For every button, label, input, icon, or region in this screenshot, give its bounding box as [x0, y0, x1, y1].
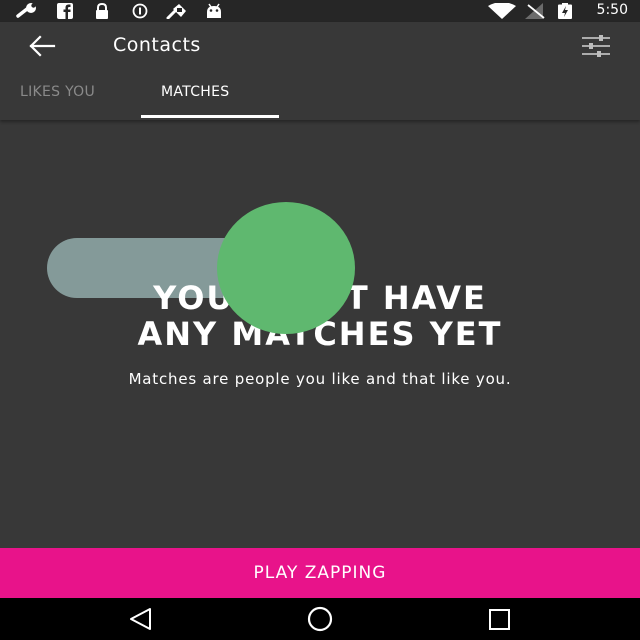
- battery-icon: [558, 3, 572, 19]
- wifi-icon: [488, 3, 516, 19]
- data-saver-icon: [132, 3, 148, 19]
- wrench-icon: [16, 3, 36, 18]
- filter-sliders-icon: [582, 35, 610, 57]
- home-circle-icon[interactable]: [300, 606, 340, 632]
- page-title: Contacts: [113, 34, 201, 56]
- signal-icon: [525, 3, 545, 19]
- navigation-bar: [0, 598, 640, 640]
- empty-state: YOU DON'T HAVE ANY MATCHES YET Matches a…: [0, 120, 640, 548]
- lock-icon: [96, 3, 108, 19]
- facebook-icon: [57, 3, 73, 19]
- arrow-back-icon: [29, 35, 56, 57]
- play-zapping-button[interactable]: PLAY ZAPPING: [0, 548, 640, 598]
- status-time: 5:50: [596, 2, 628, 18]
- tab-indicator: [141, 115, 279, 118]
- tab-likes-you[interactable]: LIKES YOU: [20, 84, 95, 100]
- pin-icon: [166, 4, 186, 19]
- play-zapping-label: PLAY ZAPPING: [253, 563, 387, 583]
- tab-matches[interactable]: MATCHES: [161, 84, 229, 100]
- app-bar: Contacts LIKES YOU MATCHES: [0, 22, 640, 120]
- toggle-knob: [217, 202, 355, 334]
- filter-button[interactable]: [578, 32, 614, 60]
- empty-subtext: Matches are people you like and that lik…: [128, 370, 512, 388]
- status-bar: 5:50: [0, 0, 640, 22]
- recents-square-icon[interactable]: [480, 606, 520, 632]
- back-button[interactable]: [24, 32, 64, 60]
- back-triangle-icon[interactable]: [121, 606, 161, 632]
- android-icon: [207, 3, 221, 18]
